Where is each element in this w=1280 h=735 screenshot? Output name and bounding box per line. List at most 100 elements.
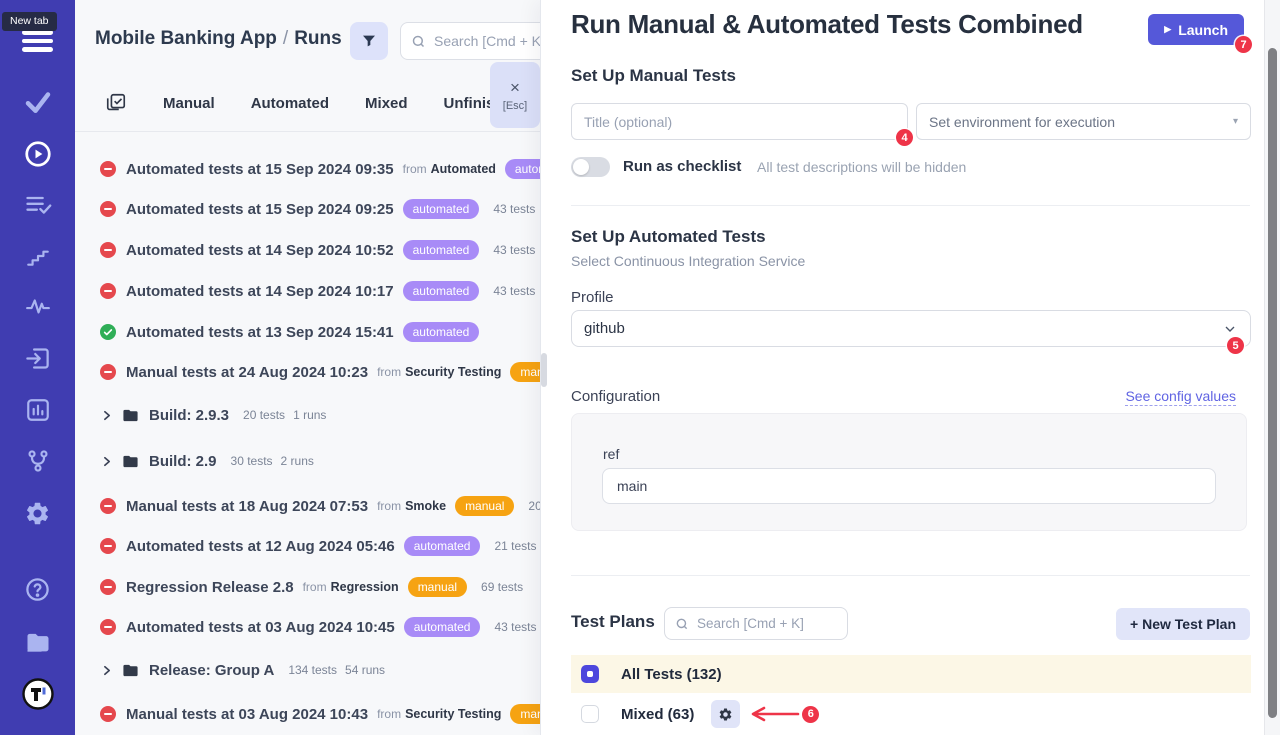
sidebar-item-runs-play[interactable] bbox=[0, 139, 75, 169]
run-title[interactable]: Automated tests at 13 Sep 2024 15:41 bbox=[126, 324, 394, 341]
sidebar-item-tests-check[interactable] bbox=[0, 87, 75, 117]
run-type-badge: automated bbox=[505, 159, 540, 179]
section-divider bbox=[571, 205, 1250, 206]
run-folder-row[interactable]: Build: 2.9.320 tests1 runs bbox=[100, 403, 540, 427]
sidebar-item-test-plans[interactable] bbox=[0, 191, 75, 219]
sidebar-item-projects[interactable] bbox=[0, 628, 75, 656]
run-row[interactable]: Automated tests at 12 Aug 2024 05:46 auto… bbox=[100, 534, 540, 558]
run-row[interactable]: Automated tests at 13 Sep 2024 15:41auto… bbox=[100, 320, 540, 344]
breadcrumb-project[interactable]: Mobile Banking App bbox=[95, 28, 277, 49]
page-scrollbar-thumb[interactable] bbox=[1268, 48, 1277, 718]
run-title-input[interactable] bbox=[571, 103, 908, 140]
run-row[interactable]: Manual tests at 03 Aug 2024 10:43fromSec… bbox=[100, 702, 540, 726]
run-as-checklist-toggle[interactable] bbox=[571, 157, 610, 177]
projects-icon bbox=[24, 628, 52, 656]
sidebar-item-help[interactable] bbox=[0, 576, 75, 603]
run-source[interactable]: Automated bbox=[431, 162, 496, 176]
run-tests-count: 43 tests bbox=[494, 620, 536, 634]
run-row[interactable]: Automated tests at 14 Sep 2024 10:52auto… bbox=[100, 238, 540, 262]
chevron-right-icon[interactable] bbox=[100, 664, 113, 677]
chevron-right-icon[interactable] bbox=[100, 455, 113, 468]
from-word: from bbox=[403, 162, 427, 176]
run-source[interactable]: Security Testing bbox=[405, 365, 501, 379]
run-title[interactable]: Regression Release 2.8 bbox=[126, 579, 294, 596]
toggle-label: Run as checklist bbox=[623, 158, 741, 175]
runs-search-input[interactable] bbox=[434, 33, 540, 49]
failed-status-icon bbox=[100, 619, 116, 635]
test-plan-row[interactable]: All Tests (132) bbox=[571, 655, 1251, 693]
sidebar-item-settings[interactable] bbox=[0, 500, 75, 527]
new-tab-tooltip: New tab bbox=[2, 12, 57, 31]
filter-button[interactable] bbox=[350, 22, 388, 60]
sidebar-item-branches[interactable] bbox=[0, 448, 75, 474]
run-title[interactable]: Automated tests at 15 Sep 2024 09:25 bbox=[126, 201, 394, 218]
sidebar-item-pulse[interactable] bbox=[0, 294, 75, 320]
select-runs-icon[interactable] bbox=[105, 92, 127, 114]
run-title[interactable]: Manual tests at 24 Aug 2024 10:23 bbox=[126, 364, 368, 381]
sidebar-item-logo[interactable] bbox=[0, 677, 75, 711]
run-title[interactable]: Manual tests at 18 Aug 2024 07:53 bbox=[126, 498, 368, 515]
automated-tests-heading: Set Up Automated Tests bbox=[571, 227, 766, 247]
run-source[interactable]: Security Testing bbox=[405, 707, 501, 721]
run-title[interactable]: Automated tests at 03 Aug 2024 10:45 bbox=[126, 619, 395, 636]
test-plans-search[interactable] bbox=[664, 607, 848, 640]
esc-hint: [Esc] bbox=[503, 100, 527, 112]
run-tests-count: 69 tests bbox=[481, 580, 523, 594]
run-folder-row[interactable]: Release: Group A134 tests54 runs bbox=[100, 658, 540, 682]
run-title[interactable]: Automated tests at 14 Sep 2024 10:17 bbox=[126, 283, 394, 300]
run-row[interactable]: Automated tests at 14 Sep 2024 10:17auto… bbox=[100, 279, 540, 303]
run-source[interactable]: Regression bbox=[331, 580, 399, 594]
test-plans-icon bbox=[24, 191, 52, 219]
failed-status-icon bbox=[100, 242, 116, 258]
launch-button[interactable]: ▶ Launch bbox=[1148, 14, 1244, 45]
new-test-plan-button[interactable]: + New Test Plan bbox=[1116, 608, 1250, 640]
sidebar-item-steps[interactable] bbox=[0, 243, 75, 269]
run-title[interactable]: Automated tests at 14 Sep 2024 10:52 bbox=[126, 242, 394, 259]
run-row[interactable]: Automated tests at 15 Sep 2024 09:35 from… bbox=[100, 157, 540, 181]
run-row[interactable]: Regression Release 2.8fromRegressionmanu… bbox=[100, 575, 540, 599]
search-icon bbox=[675, 617, 689, 631]
sidebar-item-analytics[interactable] bbox=[0, 397, 75, 423]
pulse-icon bbox=[25, 294, 51, 320]
sidebar-item-import[interactable] bbox=[0, 345, 75, 372]
runs-search[interactable] bbox=[400, 22, 540, 60]
plan-label: Mixed (63) bbox=[621, 706, 694, 723]
ref-input[interactable] bbox=[602, 468, 1216, 504]
tab-mixed[interactable]: Mixed bbox=[365, 95, 408, 112]
environment-select[interactable]: Set environment for execution ▾ bbox=[916, 103, 1251, 140]
from-word: from bbox=[377, 365, 401, 379]
run-row[interactable]: Automated tests at 15 Sep 2024 09:25auto… bbox=[100, 197, 540, 221]
run-row[interactable]: Automated tests at 03 Aug 2024 10:45auto… bbox=[100, 615, 540, 639]
run-row[interactable]: Manual tests at 18 Aug 2024 07:53fromSmo… bbox=[100, 494, 540, 518]
see-config-values-link[interactable]: See config values bbox=[1125, 388, 1236, 406]
profile-label: Profile bbox=[571, 289, 614, 306]
plan-settings-button[interactable] bbox=[711, 700, 740, 728]
run-setup-drawer: Run Manual & Automated Tests Combined ▶ … bbox=[540, 0, 1280, 735]
folder-runs-count: 2 runs bbox=[281, 454, 314, 468]
configuration-panel: ref bbox=[571, 413, 1247, 531]
run-row[interactable]: Manual tests at 24 Aug 2024 10:23 from Sec… bbox=[100, 360, 540, 384]
failed-status-icon bbox=[100, 161, 116, 177]
run-title[interactable]: Manual tests at 03 Aug 2024 10:43 bbox=[126, 706, 368, 723]
tab-automated[interactable]: Automated bbox=[251, 95, 329, 112]
annotation-badge-6: 6 bbox=[802, 706, 819, 723]
profile-select[interactable]: github bbox=[571, 310, 1251, 347]
plan-checkbox[interactable] bbox=[581, 665, 599, 683]
test-plan-row[interactable]: Mixed (63) 6 bbox=[571, 695, 1251, 733]
close-panel-button[interactable]: × [Esc] bbox=[490, 62, 540, 128]
run-title[interactable]: Automated tests at 15 Sep 2024 09:35 bbox=[126, 161, 394, 178]
runs-scrollbar-thumb[interactable] bbox=[541, 353, 547, 387]
run-source[interactable]: Smoke bbox=[405, 499, 446, 513]
branches-icon bbox=[25, 448, 51, 474]
tab-manual[interactable]: Manual bbox=[163, 95, 215, 112]
run-type-badge: automated bbox=[404, 536, 481, 556]
run-folder-row[interactable]: Build: 2.930 tests2 runs bbox=[100, 449, 540, 473]
run-title[interactable]: Automated tests at 12 Aug 2024 05:46 bbox=[126, 538, 395, 555]
folder-title: Build: 2.9.3 bbox=[149, 407, 229, 424]
page-scrollbar[interactable] bbox=[1264, 0, 1280, 735]
test-plans-search-input[interactable] bbox=[697, 616, 837, 631]
plan-checkbox[interactable] bbox=[581, 705, 599, 723]
steps-icon bbox=[25, 243, 51, 269]
chevron-right-icon[interactable] bbox=[100, 409, 113, 422]
hamburger-menu-icon[interactable] bbox=[22, 30, 53, 56]
